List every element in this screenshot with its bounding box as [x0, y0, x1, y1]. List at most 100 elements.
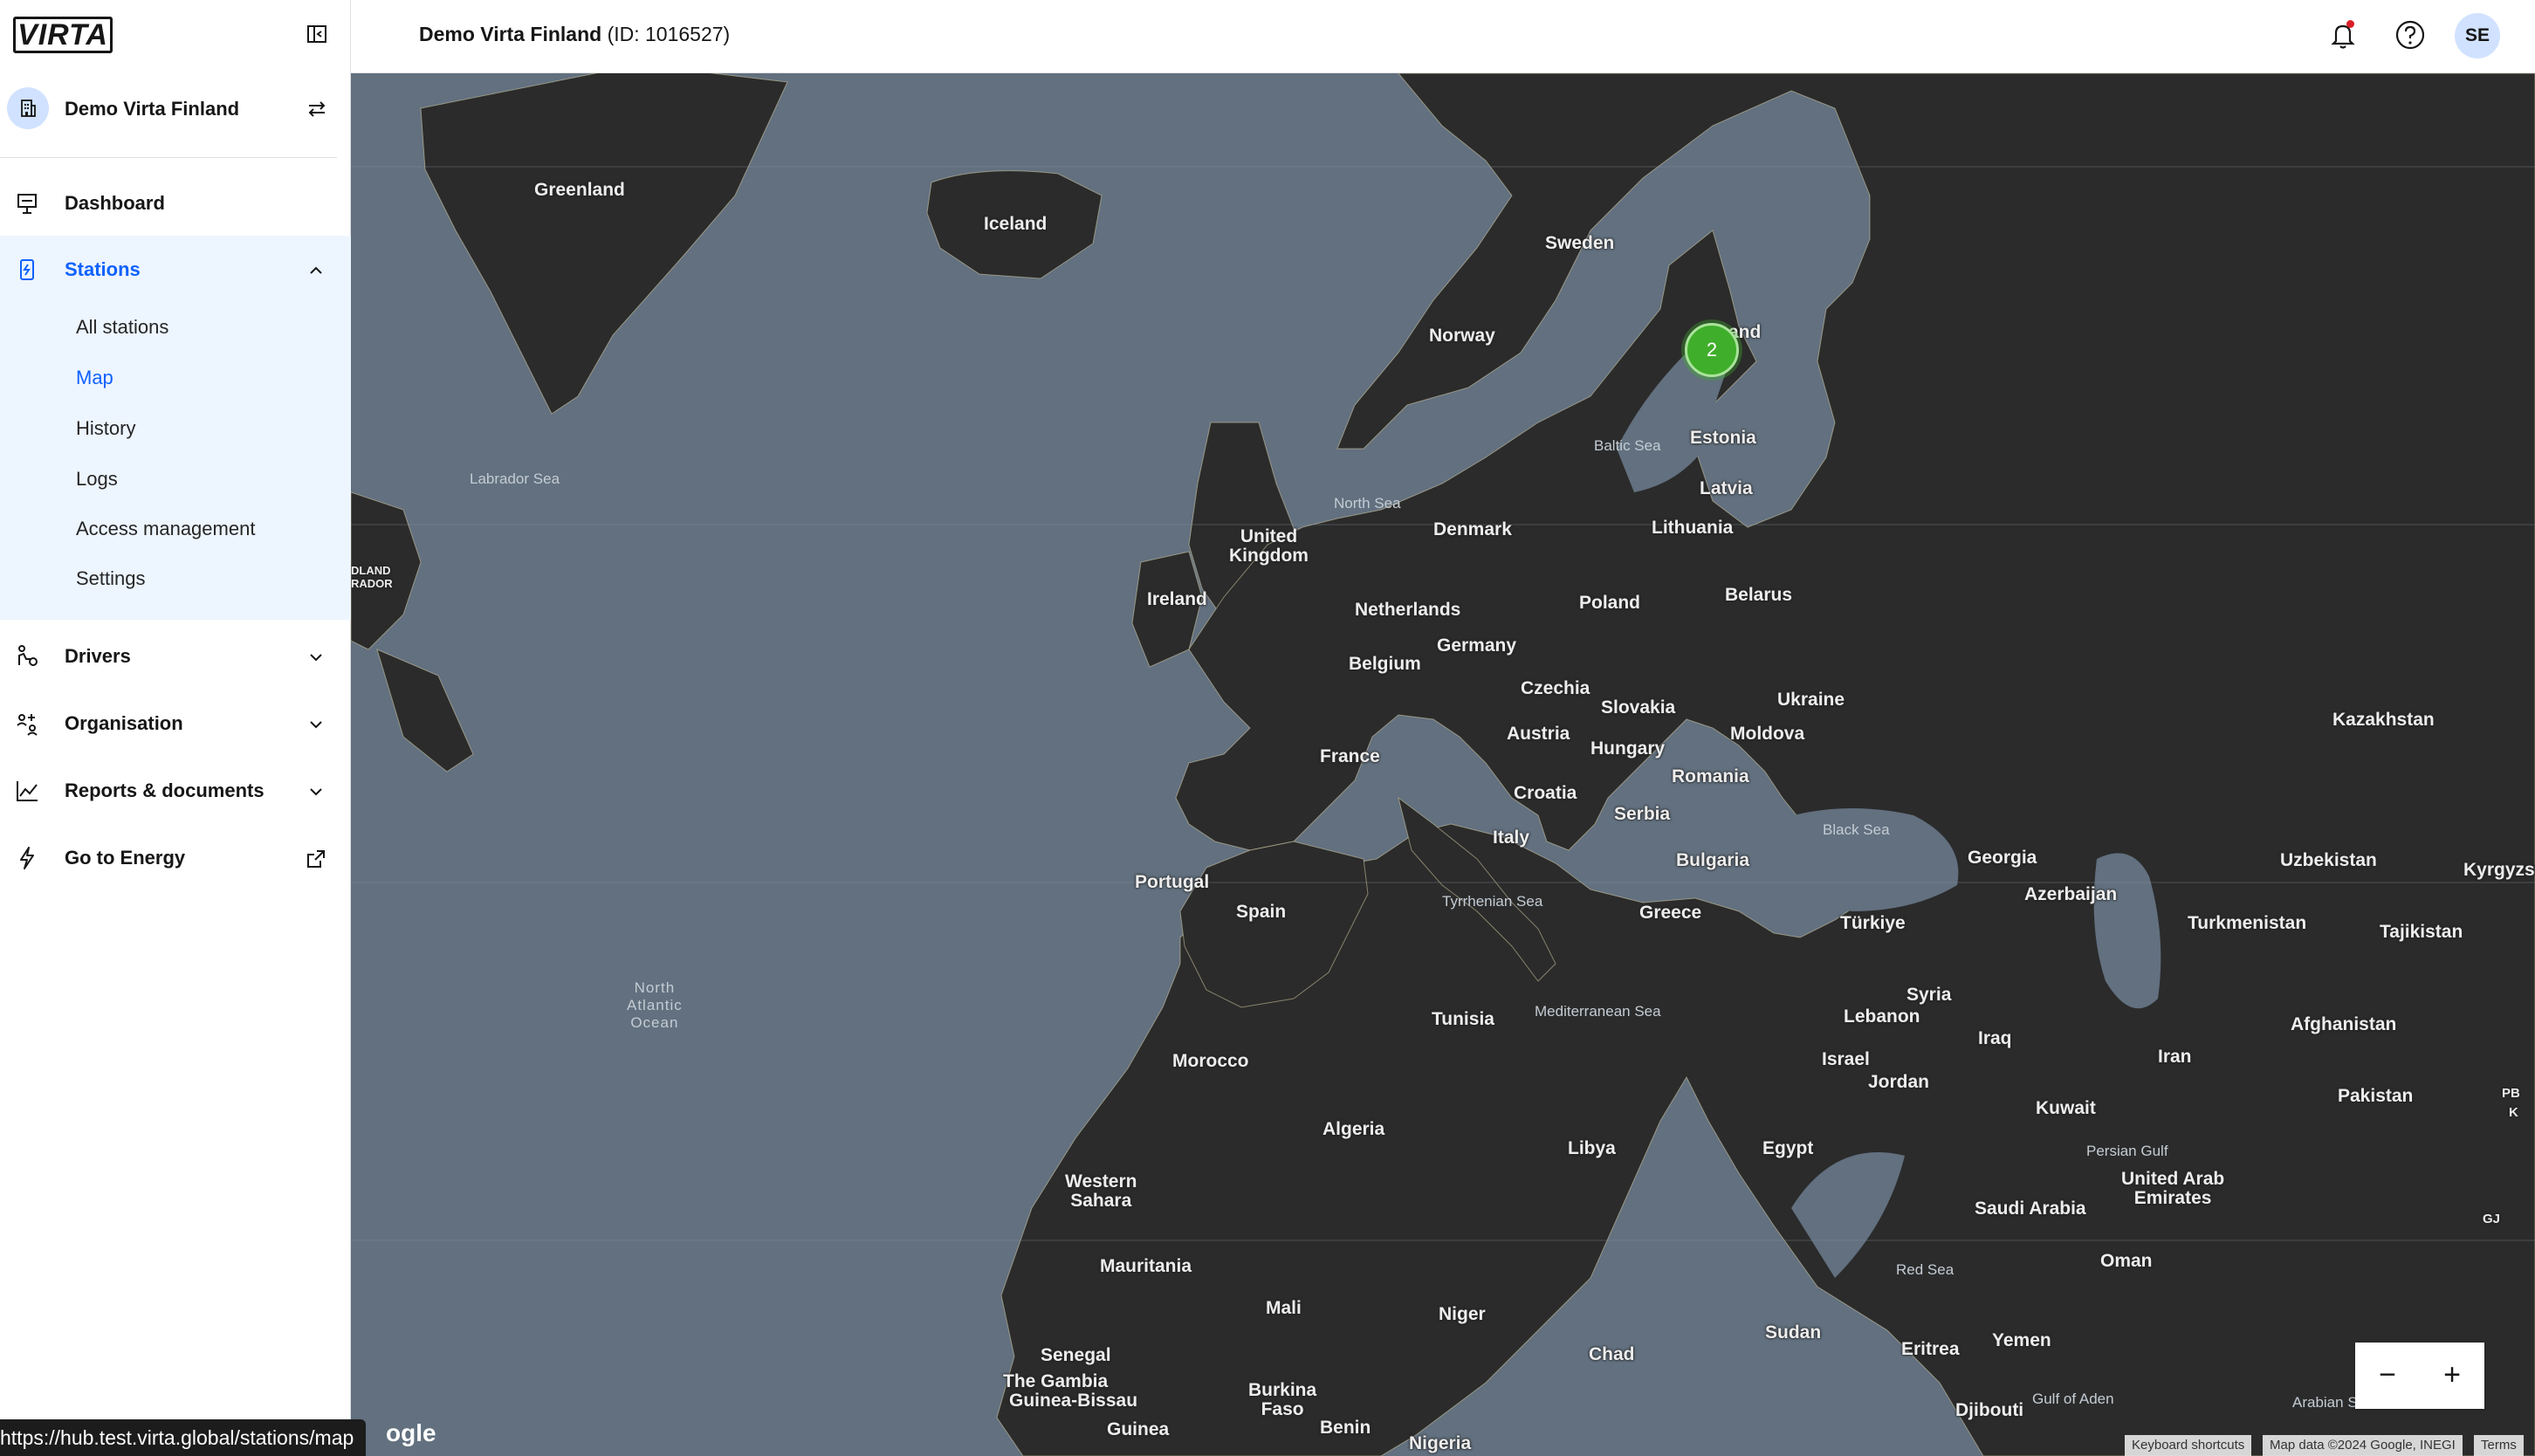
help-icon: [2395, 20, 2425, 50]
virta-logo[interactable]: VIRTA: [13, 17, 113, 53]
map-sea-north-sea: North Sea: [1334, 495, 1401, 512]
map-label-ireland: Ireland: [1147, 589, 1207, 609]
sub-access-management[interactable]: Access management: [76, 518, 255, 540]
map-label-belgium: Belgium: [1349, 654, 1421, 674]
organisation-icon: [17, 714, 38, 736]
org-avatar: [7, 87, 49, 129]
map-label-k: K: [2509, 1105, 2518, 1120]
map-label-libya: Libya: [1568, 1138, 1616, 1158]
map-label-uae: United Arab Emirates: [2121, 1169, 2225, 1208]
nav-reports-label: Reports & documents: [65, 780, 264, 801]
zoom-out-button[interactable]: −: [2355, 1343, 2420, 1409]
map-label-slovakia: Slovakia: [1601, 697, 1676, 718]
map-label-mauritania: Mauritania: [1100, 1256, 1192, 1276]
map-label-iran: Iran: [2158, 1047, 2192, 1067]
sub-history[interactable]: History: [76, 417, 135, 440]
lightning-icon: [20, 847, 34, 869]
map-sea-aden: Gulf of Aden: [2032, 1391, 2114, 1407]
map-label-georgia: Georgia: [1968, 848, 2037, 868]
page-title: Demo Virta Finland (ID: 1016527): [419, 23, 730, 46]
map-label-uk: United Kingdom: [1229, 526, 1309, 566]
map-label-france: France: [1320, 746, 1380, 766]
map-label-pakistan: Pakistan: [2338, 1086, 2414, 1106]
collapse-sidebar-button[interactable]: [306, 23, 328, 45]
map-label-czechia: Czechia: [1521, 678, 1590, 698]
map-sea-black: Black Sea: [1823, 821, 1890, 838]
driver-icon: [18, 645, 38, 666]
map-label-chad: Chad: [1589, 1344, 1635, 1364]
map-label-tunisia: Tunisia: [1432, 1009, 1494, 1029]
map-label-oman: Oman: [2100, 1251, 2153, 1271]
map-label-germany: Germany: [1437, 635, 1517, 656]
user-avatar[interactable]: SE: [2455, 13, 2500, 58]
station-cluster-marker[interactable]: 2: [1685, 323, 1739, 377]
map-label-croatia: Croatia: [1514, 783, 1577, 803]
nav-energy-label: Go to Energy: [65, 847, 186, 869]
map-sea-tyrrhenian: Tyrrhenian Sea: [1442, 893, 1543, 910]
zoom-in-button[interactable]: +: [2420, 1343, 2484, 1409]
bell-icon: [2331, 24, 2355, 49]
map-label-egypt: Egypt: [1762, 1138, 1814, 1158]
header-org-id: (ID: 1016527): [607, 23, 731, 45]
map-landmass: [351, 73, 2535, 1456]
map-label-latvia: Latvia: [1700, 478, 1753, 498]
nav-drivers-label: Drivers: [65, 645, 131, 667]
map-label-jordan: Jordan: [1868, 1072, 1930, 1092]
switch-org-button[interactable]: [306, 98, 328, 120]
map-label-poland: Poland: [1579, 593, 1641, 613]
map-sea-persian-gulf: Persian Gulf: [2086, 1143, 2168, 1159]
map-sea-red: Red Sea: [1896, 1261, 1954, 1278]
nav-drivers[interactable]: Drivers: [0, 622, 351, 689]
sub-all-stations[interactable]: All stations: [76, 316, 168, 339]
map-label-djibouti: Djibouti: [1955, 1400, 2024, 1420]
map-label-italy: Italy: [1493, 828, 1530, 848]
map-sea-mediterranean: Mediterranean Sea: [1535, 1003, 1661, 1020]
map-label-guinea-bissau: Guinea-Bissau: [1009, 1391, 1138, 1411]
org-switcher[interactable]: Demo Virta Finland: [0, 80, 351, 140]
nav-reports[interactable]: Reports & documents: [0, 757, 351, 823]
nav-organisation[interactable]: Organisation: [0, 690, 351, 756]
map-label-kazakhstan: Kazakhstan: [2332, 710, 2435, 730]
map-label-turkiye: Türkiye: [1840, 913, 1906, 933]
zoom-controls: − +: [2355, 1343, 2484, 1409]
map-sea-arabian: Arabian S: [2292, 1394, 2358, 1411]
map-label-belarus: Belarus: [1725, 585, 1793, 605]
map-label-spain: Spain: [1236, 902, 1287, 922]
notifications-button[interactable]: [2325, 17, 2360, 52]
chevron-down-icon[interactable]: [306, 647, 326, 668]
map-label-sudan: Sudan: [1765, 1322, 1822, 1343]
map-label-norway: Norway: [1429, 326, 1495, 346]
map-label-senegal: Senegal: [1041, 1345, 1111, 1365]
map-label-uzbekistan: Uzbekistan: [2280, 850, 2377, 870]
sub-logs[interactable]: Logs: [76, 468, 118, 491]
sub-map[interactable]: Map: [76, 367, 113, 389]
terms-link[interactable]: Terms: [2474, 1435, 2524, 1456]
help-button[interactable]: [2393, 17, 2428, 52]
sidebar-divider: [0, 157, 337, 158]
map-label-sweden: Sweden: [1545, 233, 1615, 253]
map-label-niger: Niger: [1439, 1304, 1486, 1324]
top-header: Demo Virta Finland (ID: 1016527) SE: [351, 0, 2535, 73]
chevron-down-icon[interactable]: [306, 781, 326, 802]
map-label-saudi-arabia: Saudi Arabia: [1975, 1198, 2086, 1219]
map-label-morocco: Morocco: [1172, 1051, 1249, 1071]
map-label-burkina-faso: Burkina Faso: [1248, 1380, 1317, 1419]
map-label-estonia: Estonia: [1690, 428, 1756, 448]
chevron-down-icon[interactable]: [306, 714, 326, 735]
stations-map[interactable]: Greenland Iceland Sweden Norway and Esto…: [351, 73, 2535, 1456]
keyboard-shortcuts-link[interactable]: Keyboard shortcuts: [2125, 1435, 2252, 1456]
external-link-icon[interactable]: [306, 848, 326, 869]
google-logo[interactable]: ogle: [386, 1419, 436, 1447]
map-label-iraq: Iraq: [1978, 1028, 2012, 1048]
sub-settings[interactable]: Settings: [76, 567, 146, 590]
stations-section: Stations All stations Map History Logs A…: [0, 236, 351, 620]
nav-go-to-energy[interactable]: Go to Energy: [0, 824, 351, 890]
nav-dashboard[interactable]: Dashboard: [0, 169, 351, 236]
charging-station-icon: [20, 259, 34, 280]
nav-organisation-label: Organisation: [65, 712, 183, 734]
nav-stations[interactable]: Stations: [0, 236, 351, 302]
map-label-kyrgyzstan: Kyrgyzst: [2463, 860, 2535, 880]
chevron-up-icon[interactable]: [306, 260, 326, 281]
status-bar-url: https://hub.test.virta.global/stations/m…: [0, 1419, 367, 1456]
map-label-iceland: Iceland: [984, 214, 1048, 234]
